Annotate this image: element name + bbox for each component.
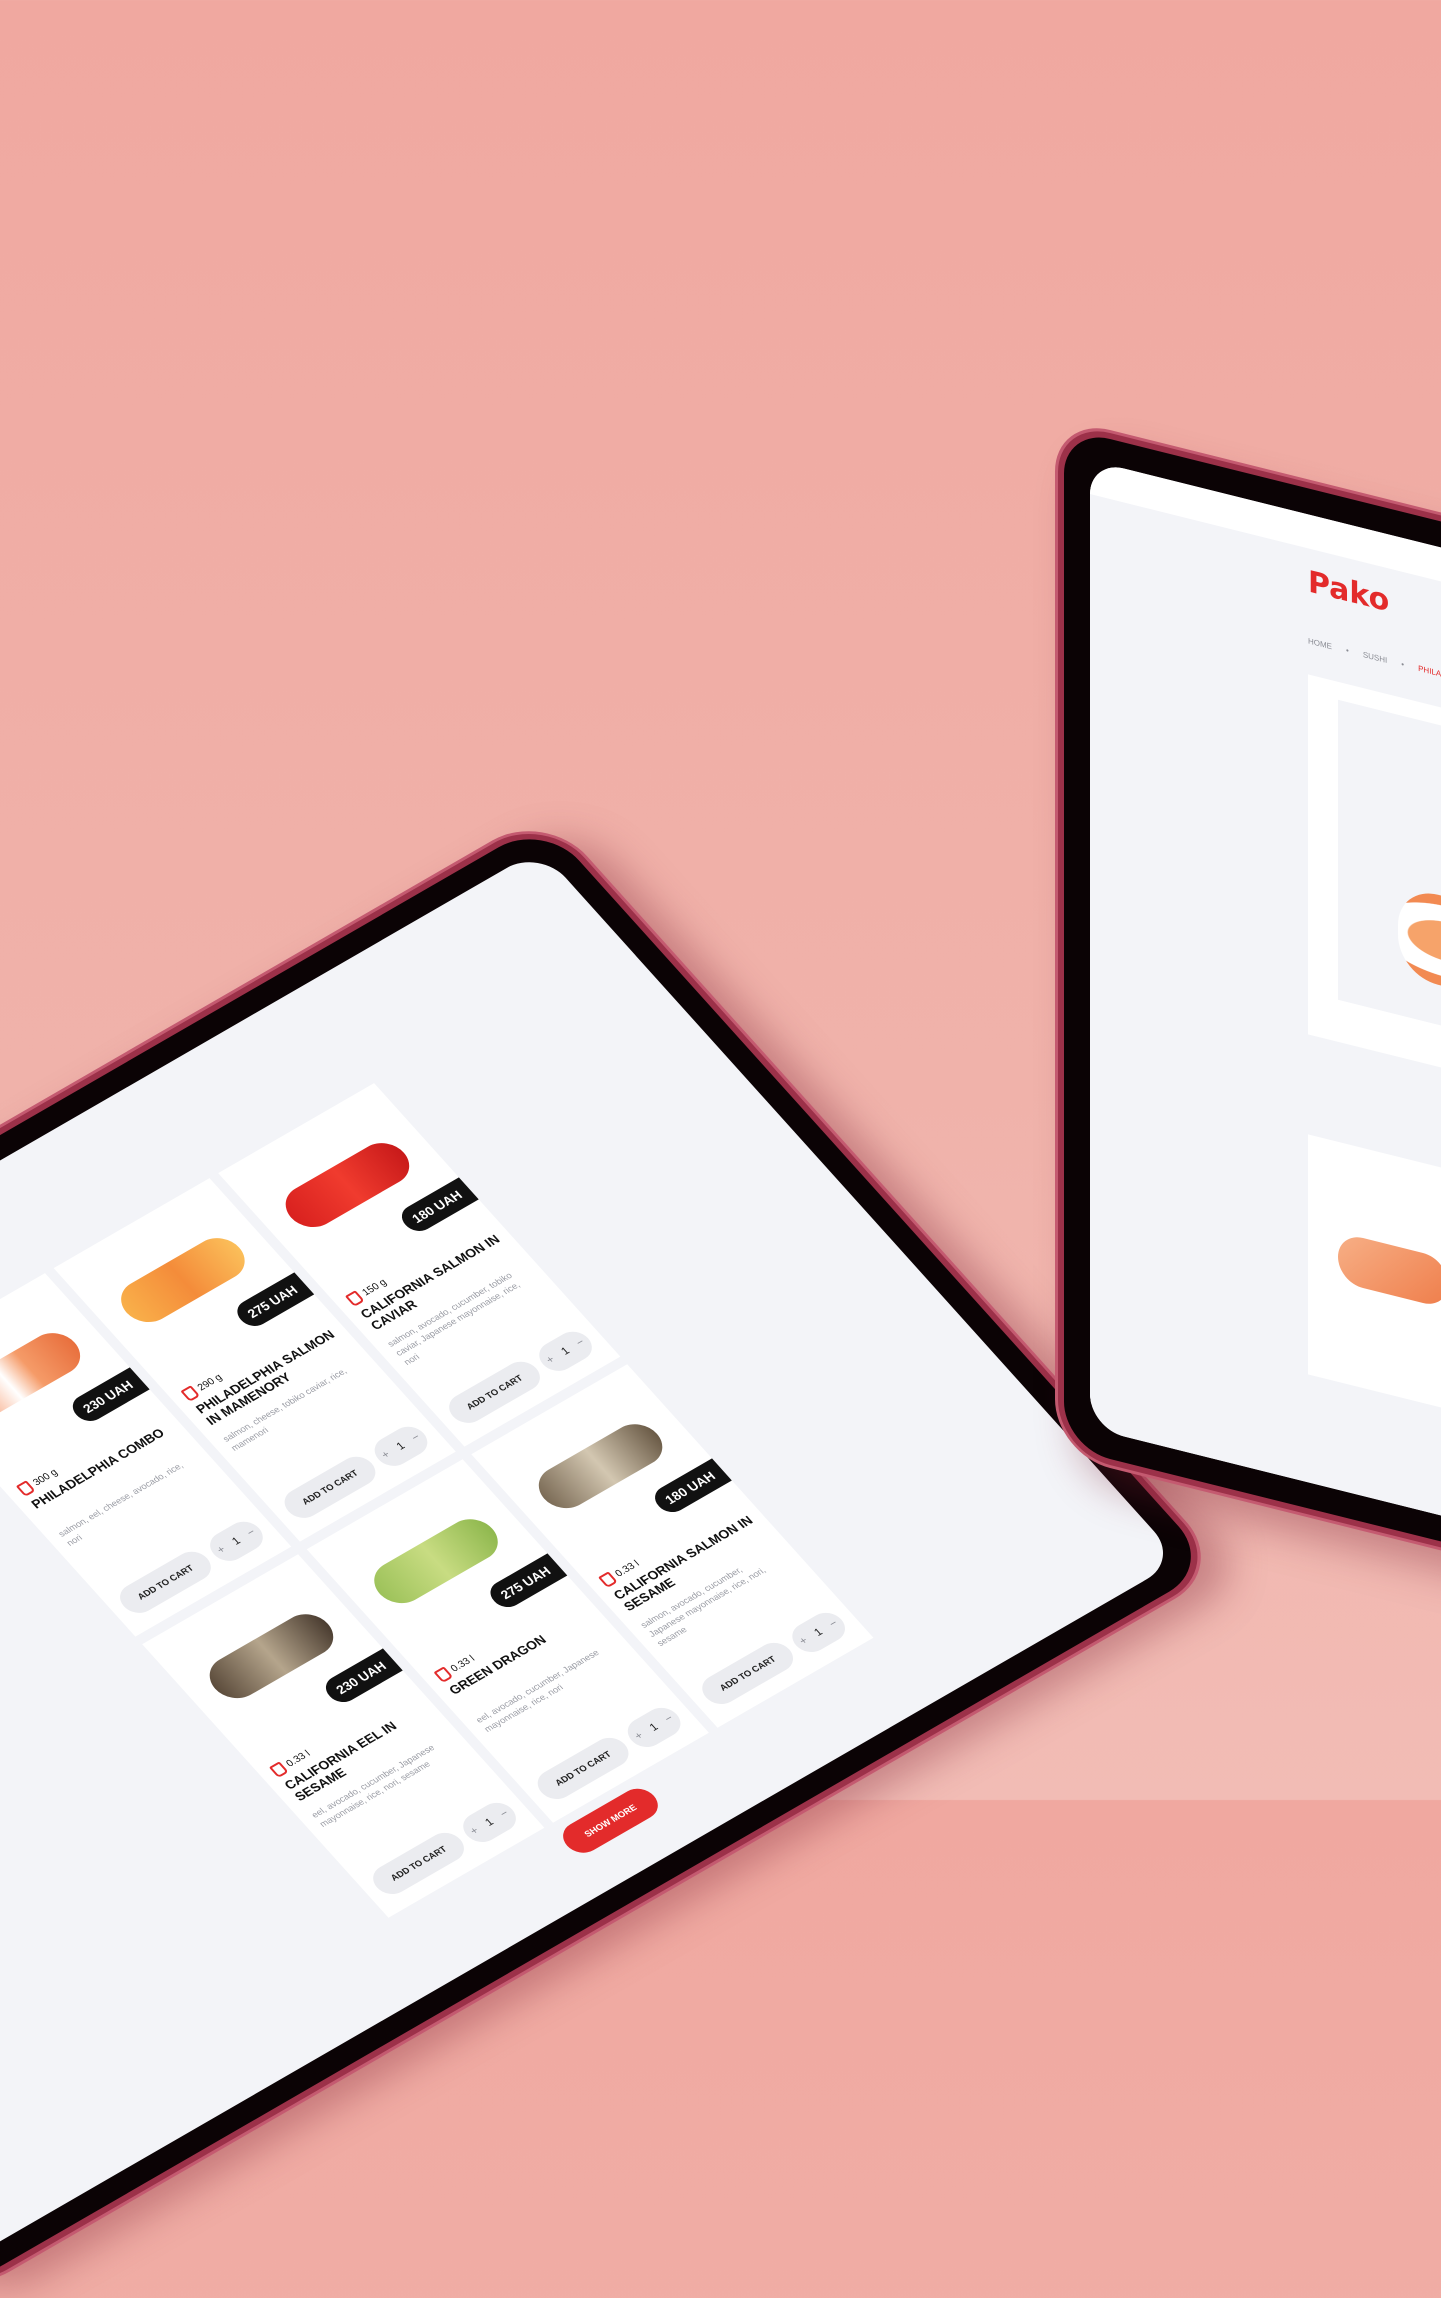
plus-icon[interactable]: + [544,1354,558,1366]
quantity-value: 1 [558,1345,573,1358]
add-to-cart-button[interactable]: ADD TO CART [112,1546,218,1619]
product-ingredients: salmon, eel, cheese, avocado, rice, nori [56,1460,186,1548]
add-to-cart-button[interactable]: ADD TO CART [366,1827,472,1900]
quantity-stepper[interactable]: +1− [620,1702,688,1753]
product-grid: 230 UAH 300 g PHILADELPHIA COMBO salmon,… [0,1083,874,1918]
quantity-value: 1 [394,1440,408,1453]
plus-icon[interactable]: + [468,1825,482,1837]
breadcrumb-separator-icon: • [1346,645,1349,656]
quantity-value: 1 [482,1816,497,1829]
product-detail-image [1338,699,1441,1065]
roll-image [275,1135,420,1236]
roll-image [110,1230,255,1331]
plus-icon[interactable]: + [379,1449,393,1461]
quantity-value: 1 [811,1626,826,1639]
nigiri-image [1338,1231,1441,1310]
quantity-stepper[interactable]: +1− [785,1607,853,1658]
quantity-stepper[interactable]: +1− [532,1326,600,1377]
quantity-stepper[interactable]: +1− [456,1797,524,1848]
minus-icon[interactable]: − [409,1431,423,1443]
minus-icon[interactable]: − [574,1336,588,1348]
minus-icon[interactable]: − [498,1808,512,1820]
quantity-stepper[interactable]: +1− [367,1421,435,1472]
quantity-stepper[interactable]: +1− [202,1516,270,1567]
quantity-value: 1 [647,1721,661,1734]
add-to-cart-button[interactable]: ADD TO CART [695,1637,801,1710]
plus-icon[interactable]: + [632,1730,646,1742]
minus-icon[interactable]: − [245,1526,259,1538]
breadcrumb-separator-icon: • [1401,659,1405,670]
add-to-cart-button[interactable]: ADD TO CART [277,1451,383,1524]
add-to-cart-button[interactable]: ADD TO CART [530,1732,636,1805]
plus-icon[interactable]: + [797,1635,811,1647]
roll-image [363,1511,509,1612]
minus-icon[interactable]: − [662,1713,676,1725]
roll-image [199,1606,344,1707]
tablet-left: 230 UAH 300 g PHILADELPHIA COMBO salmon,… [0,813,1224,2298]
product-ingredients: eel, avocado, cucumber, Japanese mayonna… [473,1647,602,1734]
quantity-value: 1 [229,1535,244,1548]
menu-screen: 230 UAH 300 g PHILADELPHIA COMBO salmon,… [0,848,1180,2264]
minus-icon[interactable]: − [827,1618,841,1630]
plus-icon[interactable]: + [215,1544,229,1556]
roll-image [528,1416,673,1517]
roll-image [1398,884,1441,1010]
add-to-cart-button[interactable]: ADD TO CART [442,1356,548,1429]
